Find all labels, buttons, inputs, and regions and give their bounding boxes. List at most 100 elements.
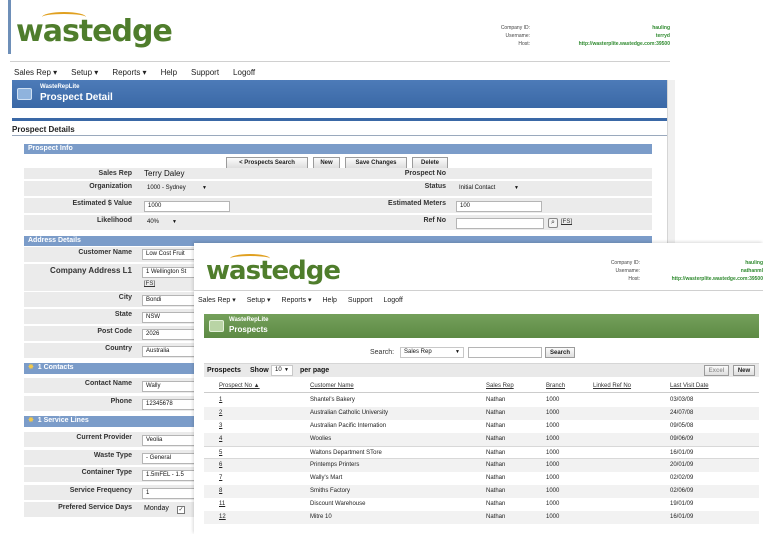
menu-help[interactable]: Help bbox=[161, 68, 177, 77]
vertical-scrollbar[interactable] bbox=[667, 80, 675, 245]
username-value: nathanml bbox=[740, 268, 763, 274]
country-label: Country bbox=[105, 345, 132, 352]
table-row-highlighted[interactable]: 5 Waltons Department STore Nathan 1000 1… bbox=[204, 446, 759, 459]
table-row[interactable]: 4 Woolies Nathan 1000 09/06/09 bbox=[204, 433, 759, 446]
service-day-label: Monday bbox=[144, 505, 169, 512]
prospect-no-cell[interactable]: 12 bbox=[219, 514, 226, 520]
service-day-checkbox[interactable]: ✓ bbox=[177, 506, 185, 514]
column-customer-name[interactable]: Customer Name bbox=[310, 383, 354, 389]
menu-logoff[interactable]: Logoff bbox=[233, 68, 255, 77]
sales-rep-cell: Nathan bbox=[486, 488, 506, 494]
column-sales-rep[interactable]: Sales Rep bbox=[486, 383, 514, 389]
search-input[interactable] bbox=[468, 347, 542, 358]
menu-reports[interactable]: Reports ▾ bbox=[282, 296, 312, 304]
company-id-value: hauling bbox=[745, 260, 763, 266]
list-title: Prospects bbox=[207, 367, 241, 374]
last-visit-cell: 19/01/09 bbox=[670, 501, 694, 507]
table-row[interactable]: 7 Wally's Mart Nathan 1000 02/02/09 bbox=[204, 472, 759, 485]
prospect-no-cell[interactable]: 1 bbox=[219, 397, 222, 403]
menu-sales-rep[interactable]: Sales Rep ▾ bbox=[198, 296, 236, 304]
prospect-no-cell[interactable]: 4 bbox=[219, 436, 222, 442]
menu-support[interactable]: Support bbox=[348, 297, 373, 304]
postcode-input[interactable]: 2026 bbox=[142, 329, 196, 340]
estimated-value-label: Estimated $ Value bbox=[72, 200, 132, 207]
contact-name-input[interactable]: Wally bbox=[142, 381, 196, 392]
prospect-no-cell[interactable]: 3 bbox=[219, 423, 222, 429]
estimated-value-input[interactable]: 1000 bbox=[144, 201, 230, 212]
table-row[interactable]: 3 Australian Pacific Internation Nathan … bbox=[204, 420, 759, 433]
menu-help[interactable]: Help bbox=[323, 297, 337, 304]
waste-type-select[interactable]: - General bbox=[142, 453, 196, 464]
organization-label: Organization bbox=[89, 183, 132, 190]
organization-value: 1000 - Sydney bbox=[147, 185, 186, 191]
estimated-meters-input[interactable]: 100 bbox=[456, 201, 542, 212]
prospect-no-cell[interactable]: 7 bbox=[219, 475, 222, 481]
sales-rep-cell: Nathan bbox=[486, 436, 506, 442]
table-row[interactable]: 12 Mitre 10 Nathan 1000 16/01/09 bbox=[204, 511, 759, 524]
list-toolbar: Prospects Show 10 ▼ per page Excel New bbox=[204, 363, 759, 377]
ref-no-fs-link[interactable]: [FS] bbox=[561, 219, 572, 225]
chevron-down-icon: ▼ bbox=[202, 185, 207, 191]
page-title-bar: WasteRepLite Prospect Detail bbox=[12, 80, 667, 108]
prospect-no-cell[interactable]: 5 bbox=[219, 450, 222, 456]
menu-setup[interactable]: Setup ▾ bbox=[71, 68, 98, 77]
company-address-label: Company Address L1 bbox=[50, 266, 132, 275]
menu-reports[interactable]: Reports ▾ bbox=[112, 68, 146, 77]
table-row[interactable]: 8 Smiths Factory Nathan 1000 02/06/09 bbox=[204, 485, 759, 498]
branch-cell: 1000 bbox=[546, 423, 560, 429]
page-title-bar: WasteRepLite Prospects bbox=[204, 314, 759, 338]
table-row[interactable]: 2 Australian Catholic University Nathan … bbox=[204, 407, 759, 420]
form-row-estimates: Estimated $ Value 1000 Estimated Meters … bbox=[24, 198, 652, 214]
contacts-heading[interactable]: ✸ 1 Contacts bbox=[24, 363, 196, 374]
prospect-no-cell[interactable]: 2 bbox=[219, 410, 222, 416]
column-linked-ref-no[interactable]: Linked Ref No bbox=[593, 383, 631, 389]
service-lines-heading[interactable]: ✸ 1 Service Lines bbox=[24, 416, 196, 427]
form-row-container-type: Container Type 1.5mFEL - 1.5 bbox=[24, 467, 196, 483]
state-input[interactable]: NSW bbox=[142, 312, 196, 323]
company-id-value: hauling bbox=[652, 25, 670, 31]
username-label: Username: bbox=[505, 33, 530, 39]
city-input[interactable]: Bondi bbox=[142, 295, 196, 306]
new-prospect-button[interactable]: New bbox=[733, 365, 755, 376]
search-icon[interactable]: ⌕ bbox=[548, 218, 558, 228]
sales-rep-cell: Nathan bbox=[486, 501, 506, 507]
ref-no-label: Ref No bbox=[423, 217, 446, 224]
company-address-input[interactable]: 1 Wellington St bbox=[142, 267, 196, 278]
ref-no-input[interactable] bbox=[456, 218, 544, 229]
column-last-visit-date[interactable]: Last Visit Date bbox=[670, 383, 709, 389]
excel-button[interactable]: Excel bbox=[704, 365, 729, 376]
service-frequency-input[interactable]: 1 bbox=[142, 488, 196, 499]
likelihood-select[interactable]: 40% ▼ bbox=[144, 218, 180, 229]
table-row[interactable]: 6 Printemps Printers Nathan 1000 20/01/0… bbox=[204, 459, 759, 472]
current-provider-input[interactable]: Veolia bbox=[142, 435, 196, 446]
phone-input[interactable]: 12345678 bbox=[142, 399, 196, 410]
customer-name-input[interactable]: Low Cost Fruit bbox=[142, 249, 196, 260]
header-divider bbox=[204, 392, 759, 393]
last-visit-cell: 02/02/09 bbox=[670, 475, 694, 481]
organization-select[interactable]: 1000 - Sydney ▼ bbox=[144, 184, 210, 195]
prospect-info-heading[interactable]: Prospect Info bbox=[24, 144, 652, 154]
search-button[interactable]: Search bbox=[545, 347, 575, 358]
column-branch[interactable]: Branch bbox=[546, 383, 565, 389]
state-label: State bbox=[114, 311, 132, 318]
country-input[interactable]: Australia bbox=[142, 346, 196, 357]
prospect-no-cell[interactable]: 8 bbox=[219, 488, 222, 494]
menu-setup[interactable]: Setup ▾ bbox=[247, 296, 271, 304]
branch-cell: 1000 bbox=[546, 488, 560, 494]
form-row-customer-name: Customer Name Low Cost Fruit bbox=[24, 247, 196, 263]
search-field-select[interactable]: Sales Rep ▼ bbox=[400, 347, 464, 358]
chevron-down-icon: ▼ bbox=[172, 219, 177, 225]
sales-rep-cell: Nathan bbox=[486, 397, 506, 403]
prospect-no-cell[interactable]: 6 bbox=[219, 462, 222, 468]
column-prospect-no[interactable]: Prospect No ▲ bbox=[219, 383, 260, 389]
table-row[interactable]: 11 Discount Warehouse Nathan 1000 19/01/… bbox=[204, 498, 759, 511]
page-size-select[interactable]: 10 ▼ bbox=[271, 365, 293, 376]
menu-support[interactable]: Support bbox=[191, 68, 219, 77]
menu-logoff[interactable]: Logoff bbox=[383, 297, 402, 304]
prospect-no-cell[interactable]: 11 bbox=[219, 501, 225, 507]
status-select[interactable]: Initial Contact ▼ bbox=[456, 184, 522, 195]
table-row[interactable]: 1 Shantel's Bakery Nathan 1000 03/03/08 bbox=[204, 394, 759, 407]
container-type-select[interactable]: 1.5mFEL - 1.5 bbox=[142, 470, 196, 481]
menu-sales-rep[interactable]: Sales Rep ▾ bbox=[14, 68, 57, 77]
address-fs-link[interactable]: [FS] bbox=[144, 281, 155, 287]
